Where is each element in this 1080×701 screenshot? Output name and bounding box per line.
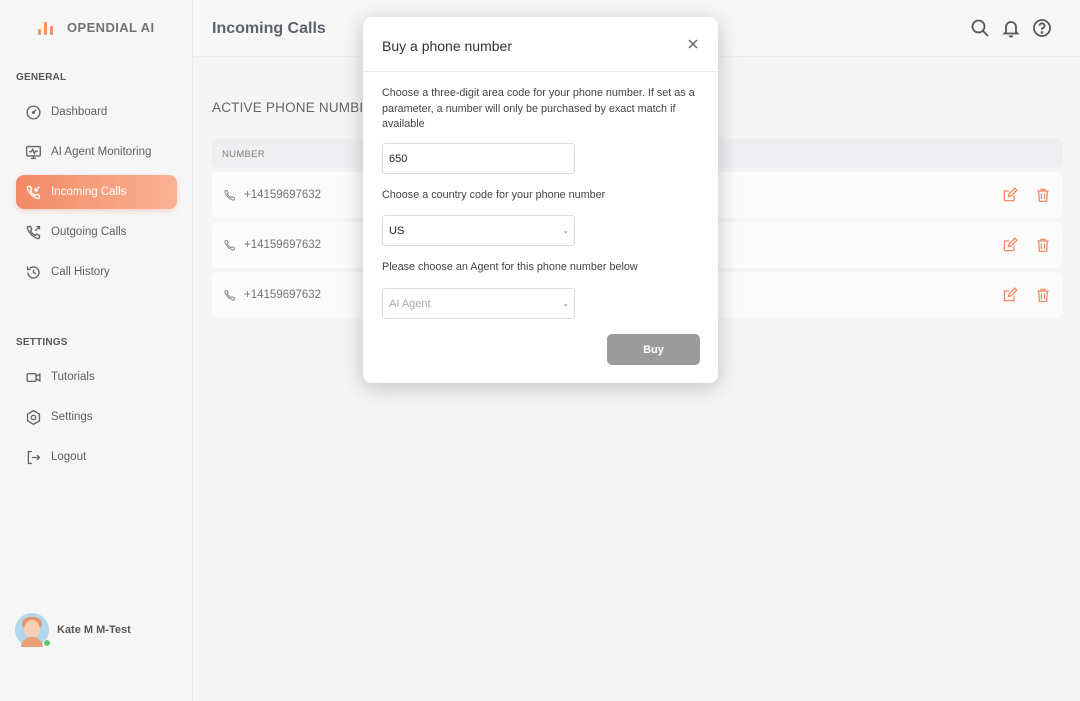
agent-placeholder: AI Agent [389, 297, 431, 310]
agent-help-text: Please choose an Agent for this phone nu… [382, 261, 638, 273]
buy-phone-number-modal: Buy a phone number Choose a three-digit … [363, 17, 718, 383]
country-code-select[interactable]: US ⌄ [382, 215, 575, 246]
area-code-help-text: Choose a three-digit area code for your … [382, 87, 695, 130]
country-code-value: US [389, 224, 405, 237]
area-code-input[interactable]: 650 [382, 143, 575, 174]
close-icon[interactable] [687, 38, 699, 50]
country-code-help-text: Choose a country code for your phone num… [382, 189, 606, 201]
chevron-down-icon: ⌄ [562, 299, 569, 308]
modal-title: Buy a phone number [382, 38, 512, 54]
chevron-down-icon: ⌄ [562, 226, 569, 235]
agent-select[interactable]: AI Agent ⌄ [382, 288, 575, 319]
area-code-value: 650 [389, 152, 408, 165]
buy-button[interactable]: Buy [607, 334, 700, 365]
